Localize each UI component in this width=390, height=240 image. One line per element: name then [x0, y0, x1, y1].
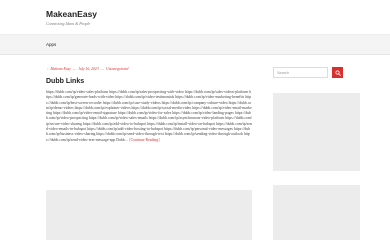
post-excerpt-text: https://dubb.com/ip/video-sales-platform… [46, 90, 252, 142]
sidebar [273, 67, 360, 78]
meta-separator: — [100, 67, 105, 71]
post-title[interactable]: Dubb Links [46, 78, 252, 88]
search-input[interactable] [273, 67, 328, 78]
post-meta: ▫ Makean Easy — July 16, 2023 — Uncatego… [46, 67, 252, 73]
post-category-link[interactable]: Uncategorized [106, 67, 128, 71]
sidebar-widget-placeholder [273, 93, 360, 171]
meta-separator: — [72, 67, 77, 71]
continue-reading-link[interactable]: [Continue Reading] [129, 138, 159, 142]
post-author-link[interactable]: Makean Easy [50, 67, 71, 71]
search-form [273, 67, 360, 78]
post-image-placeholder [46, 190, 252, 240]
sidebar-widget-placeholder [273, 185, 360, 240]
post-excerpt: https://dubb.com/ip/video-sales-platform… [46, 90, 252, 143]
search-icon [334, 69, 341, 76]
search-button[interactable] [332, 67, 343, 78]
author-prefix-icon: ▫ [47, 67, 49, 71]
site-tagline: Connecting Ideas & People [46, 21, 91, 26]
primary-navigation: Apps [0, 34, 390, 55]
nav-item-apps[interactable]: Apps [46, 42, 56, 47]
site-header: MakeanEasy Connecting Ideas & People [0, 0, 390, 34]
post-article: ▫ Makean Easy — July 16, 2023 — Uncatego… [46, 67, 252, 143]
site-title[interactable]: MakeanEasy [46, 9, 97, 19]
post-date-link[interactable]: July 16, 2023 [78, 67, 99, 71]
